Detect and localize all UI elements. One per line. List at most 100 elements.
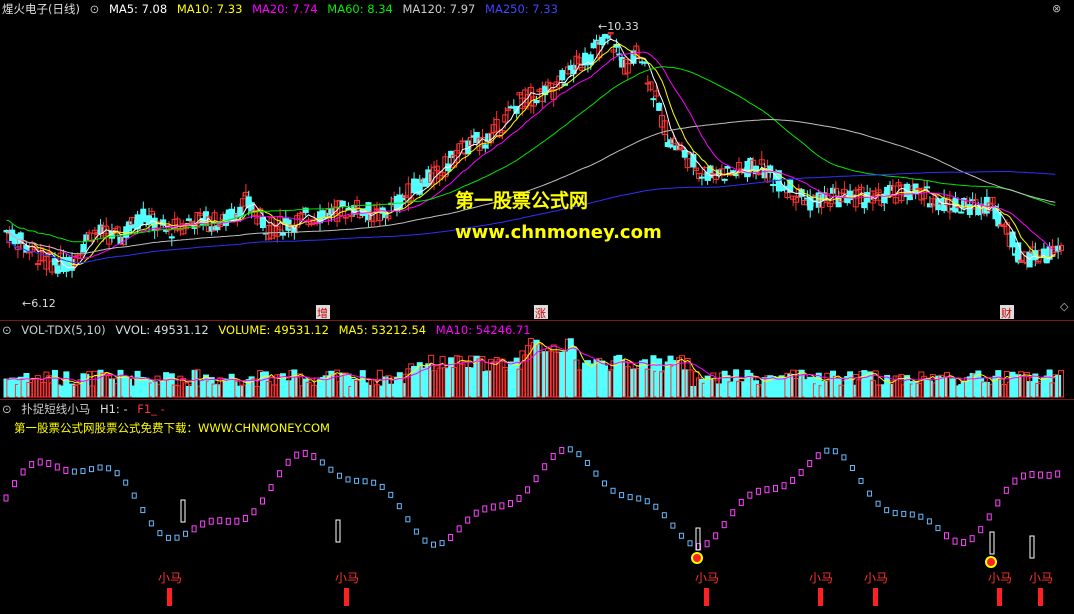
volume-label: VOLUME: 49531.12 xyxy=(218,323,329,337)
oscillator-bar xyxy=(738,498,744,506)
signal-dot xyxy=(985,556,997,568)
h1-label: H1: - xyxy=(99,402,128,416)
oscillator-bar xyxy=(781,482,787,490)
oscillator-bar xyxy=(995,499,1001,507)
candle xyxy=(599,36,606,46)
candle xyxy=(733,174,740,177)
settings-icon[interactable]: ⊙ xyxy=(90,2,100,16)
oscillator-bar xyxy=(439,540,445,547)
candle xyxy=(656,102,663,111)
oscillator-bar xyxy=(490,503,496,511)
oscillator-bar xyxy=(97,464,103,471)
oscillator-bar xyxy=(482,505,488,513)
oscillator-bar xyxy=(422,537,428,544)
oscillator-bar xyxy=(396,503,402,510)
oscillator-bar xyxy=(576,451,582,458)
stock-title: 煋火电子(日线) xyxy=(2,2,80,16)
oscillator-bar xyxy=(773,484,778,492)
oscillator-bar xyxy=(174,534,180,541)
oscillator-bar xyxy=(678,532,684,539)
oscillator-bar xyxy=(670,522,676,529)
oscillator-bar xyxy=(217,517,223,525)
oscillator-bar xyxy=(764,486,770,494)
ma250-label: MA250: 7.33 xyxy=(485,2,558,16)
oscillator-bar xyxy=(157,530,163,537)
candle xyxy=(342,216,349,219)
indicator-legend: ⊙ 扑捉短线小马 H1: - F1_ - xyxy=(0,400,171,418)
candle xyxy=(650,98,657,101)
ma60-label: MA60: 8.34 xyxy=(327,2,393,16)
candle xyxy=(755,173,762,176)
candle xyxy=(279,232,286,236)
oscillator-bar xyxy=(251,508,257,516)
oscillator-bar xyxy=(362,478,368,485)
candle xyxy=(861,202,868,209)
reversal-bar xyxy=(989,531,995,555)
oscillator-bar xyxy=(661,512,667,519)
oscillator-bar xyxy=(704,540,710,548)
candle xyxy=(146,215,152,225)
reversal-bar xyxy=(180,499,186,523)
price-pane[interactable]: ←10.33 ←6.12 增 涨 财 煋火电子(日线) ⊙ MA5: 7.08 MA10… xyxy=(0,0,1074,320)
indicator-pane[interactable]: 小马 小马 小马 小马 小马 小马 小马 ⊙ 扑捉短线小马 H1: - F1_ - 第一股票… xyxy=(0,400,1074,614)
oscillator-bar xyxy=(183,530,189,537)
oscillator-bar xyxy=(978,526,984,534)
candle xyxy=(533,100,540,104)
volume-pane[interactable]: ⊙ VOL-TDX(5,10) VVOL: 49531.12 VOLUME: 4… xyxy=(0,321,1074,399)
oscillator-bar xyxy=(114,470,120,477)
price-chart[interactable]: ←10.33 ←6.12 增 涨 财 xyxy=(0,0,1074,320)
oscillator-bar xyxy=(225,517,231,525)
oscillator-bar xyxy=(465,516,471,524)
candle xyxy=(185,218,192,221)
oscillator-bar xyxy=(37,458,43,466)
ind-settings-icon[interactable]: ⊙ xyxy=(2,402,12,416)
oscillator-bar xyxy=(824,447,830,454)
oscillator-bar xyxy=(730,509,736,517)
watermark-url: www.chnmoney.com xyxy=(455,222,662,243)
candle xyxy=(374,208,380,211)
candle xyxy=(188,220,195,223)
vvol-label: VVOL: 49531.12 xyxy=(115,323,209,337)
oscillator-bar xyxy=(533,475,539,483)
oscillator-bar xyxy=(388,491,394,498)
oscillator-bar xyxy=(627,494,633,501)
oscillator-bar xyxy=(807,460,813,468)
oscillator-bar xyxy=(448,534,454,542)
oscillator-bar xyxy=(1055,470,1061,478)
candle xyxy=(724,165,731,169)
oscillator-bar xyxy=(602,480,607,487)
signal-bar xyxy=(704,588,709,606)
candle xyxy=(168,236,175,239)
high-price-label: ←10.33 xyxy=(598,20,639,33)
vol-settings-icon[interactable]: ⊙ xyxy=(2,323,12,337)
diamond-icon[interactable]: ◇ xyxy=(1060,300,1068,313)
event-marker-label: 财 xyxy=(1001,306,1012,320)
oscillator-bar xyxy=(832,448,838,455)
oscillator-bar xyxy=(884,507,890,514)
oscillator-bar xyxy=(619,492,625,499)
oscillator-bar xyxy=(584,460,590,467)
oscillator-bar xyxy=(123,479,129,486)
oscillator-bar xyxy=(901,510,907,517)
ma10-label: MA10: 7.33 xyxy=(176,2,243,16)
oscillator-bar xyxy=(354,477,360,484)
candle xyxy=(559,70,566,81)
signal-bar xyxy=(818,588,823,606)
promo-text: 第一股票公式网股票公式免费下载：WWW.CHNMONEY.COM xyxy=(14,421,330,435)
oscillator-bar xyxy=(1003,486,1009,494)
scroll-down-icon[interactable]: ⊗ xyxy=(1052,2,1061,15)
oscillator-bar xyxy=(525,486,531,494)
candle xyxy=(54,265,61,274)
signal-bar xyxy=(873,588,878,606)
vol-ma10-label: MA10: 54246.71 xyxy=(435,323,531,337)
candle xyxy=(260,216,266,229)
signal-label: 小马 xyxy=(988,571,1012,585)
reversal-bar xyxy=(335,519,341,543)
oscillator-bar xyxy=(918,513,924,520)
signal-label: 小马 xyxy=(809,571,833,585)
oscillator-bar xyxy=(961,539,967,547)
oscillator-bar xyxy=(208,517,214,525)
oscillator-bar xyxy=(867,490,873,497)
volume-legend: ⊙ VOL-TDX(5,10) VVOL: 49531.12 VOLUME: 4… xyxy=(0,321,537,339)
candle xyxy=(80,243,87,253)
